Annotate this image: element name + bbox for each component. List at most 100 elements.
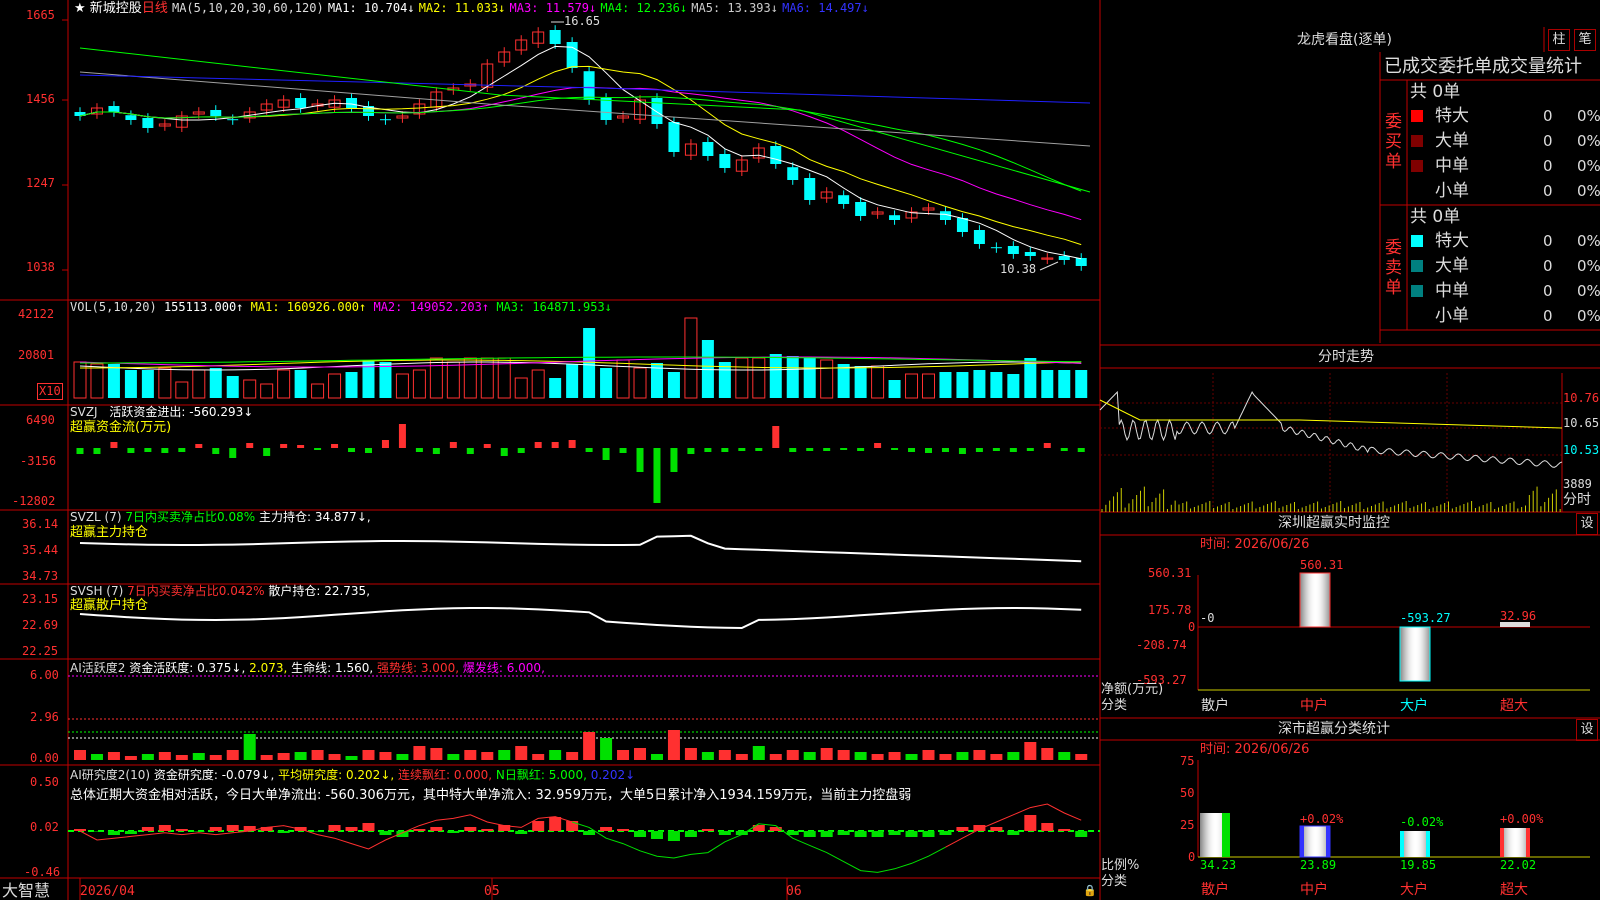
settings-button[interactable]: 设 [1576, 719, 1598, 741]
fund-flow-bar [1077, 448, 1085, 452]
svsh-header: SVSH (7) 7日内买卖净占比0.042% 散户持仓: 22.735, [70, 584, 370, 599]
activity-bar [684, 748, 697, 760]
research-bar [532, 821, 545, 831]
research-bar [1075, 831, 1088, 837]
fund-flow-bar [364, 448, 372, 453]
svzl-pct: 7日内买卖净占比0.08% [125, 510, 256, 524]
svsh-label: SVSH (7) [70, 584, 124, 598]
row-count: 0 [1543, 232, 1553, 250]
star-icon[interactable]: ★ [74, 1, 90, 16]
activity-bar [498, 750, 511, 760]
legend-swatch [1411, 260, 1423, 272]
fund-flow-bar [874, 443, 882, 448]
class-bar [1505, 828, 1506, 857]
monitor-bar [1405, 627, 1406, 681]
activity-bar [871, 754, 884, 760]
class-bar [1414, 831, 1415, 857]
volume-bar [107, 364, 120, 398]
monitor-bar [1416, 627, 1417, 681]
class-bar [1201, 813, 1202, 857]
fenshi-y-label: 10.65 [1563, 416, 1600, 430]
class-bar-edge [1400, 831, 1404, 857]
y-tick-label: 1456 [26, 92, 55, 106]
volume-bar [837, 364, 850, 398]
ma6-name: MA6: [782, 1, 812, 15]
fund-flow-bar [891, 448, 899, 450]
activity-bar [1075, 754, 1088, 760]
fund-flow-bar [941, 448, 949, 452]
class-bar [1304, 826, 1305, 857]
class-bar [1522, 828, 1523, 857]
activity-bar [583, 732, 596, 760]
y-tick-label: 0.02 [30, 820, 59, 834]
class-bar [1418, 831, 1419, 857]
research-bar [464, 827, 477, 831]
legend-swatch [1411, 135, 1423, 147]
volume-bar [939, 372, 952, 398]
legend-swatch [1411, 235, 1423, 247]
monitor-bar [1425, 627, 1426, 681]
fund-flow-bar [1026, 448, 1034, 451]
class-bar [1423, 831, 1424, 857]
class-bar [1408, 831, 1409, 857]
class-bar [1321, 826, 1322, 857]
class-bar [1409, 831, 1410, 857]
volume-bar [803, 358, 816, 398]
svzj-active: 活跃资金进出: -560.293↓ [109, 405, 254, 419]
class-bar [1406, 831, 1407, 857]
fund-flow-bar [110, 442, 118, 448]
candle [889, 215, 901, 220]
fund-flow-bar [619, 448, 627, 453]
period-label[interactable]: 日线 [142, 1, 168, 16]
research-bar [158, 825, 171, 831]
fund-flow-bar [670, 448, 678, 472]
monitor-bar [1419, 627, 1420, 681]
class-change-label: -0.02% [1400, 815, 1444, 829]
activity-bar [277, 753, 290, 760]
y-tick-label: 23.15 [22, 592, 59, 606]
y-tick-label: 1038 [26, 260, 55, 274]
class-bar [1511, 828, 1512, 857]
vol-value: 155113.000↑ [163, 300, 244, 314]
monitor-bar [1302, 573, 1303, 627]
class-bar [1212, 813, 1213, 857]
candle [838, 195, 850, 204]
class-bar-edge [1222, 813, 1230, 857]
class-bar [1506, 828, 1507, 857]
activity-bar [175, 755, 188, 760]
ai1-v1: 资金活跃度: 0.375↓, [129, 661, 246, 675]
row-label: 小单 [1435, 306, 1469, 326]
fund-flow-bar [1043, 443, 1051, 448]
svzj-label: SVZJ [70, 405, 98, 419]
class-bar [1519, 828, 1520, 857]
activity-bar [1007, 752, 1020, 760]
tick-mode-button[interactable]: 笔 [1574, 29, 1596, 51]
svsh-main: 散户持仓: 22.735, [268, 584, 371, 598]
lock-icon[interactable]: 🔒 [1083, 883, 1097, 898]
class-bar [1510, 828, 1511, 857]
volume-bar [871, 365, 885, 399]
legend-swatch [1411, 285, 1423, 297]
fund-flow-bar [161, 448, 169, 453]
activity-bar [362, 750, 375, 760]
volume-bar [158, 367, 172, 399]
research-bar [1058, 829, 1071, 831]
research-bar [362, 823, 375, 831]
class-value-label: 34.23 [1200, 858, 1237, 872]
candle [651, 98, 663, 124]
volume-bar [566, 364, 579, 398]
research-bar [430, 827, 443, 831]
class-bar-edge [1300, 826, 1304, 857]
svzj-header: SVZJ 活跃资金进出: -560.293↓ [70, 405, 253, 420]
bar-mode-button[interactable]: 柱 [1548, 29, 1570, 51]
activity-bar [447, 754, 460, 760]
settings-button[interactable]: 设 [1576, 513, 1598, 535]
activity-bar [74, 750, 86, 760]
ma1-name: MA1: [327, 1, 357, 15]
volume-bar [600, 368, 613, 398]
ai1-label: AI活跃度2 [70, 661, 126, 675]
svzl-sub: 超赢主力持仓 [70, 525, 149, 540]
legend-swatch [1411, 110, 1423, 122]
monitor-value-label: -593.27 [1400, 611, 1451, 625]
class-category: 大户 [1400, 882, 1428, 898]
